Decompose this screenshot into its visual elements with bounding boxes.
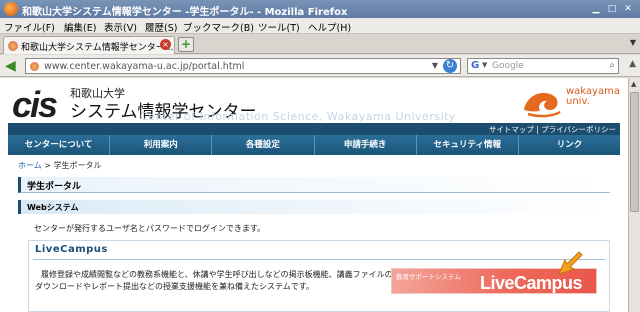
back-arrow-icon[interactable]: ◀ (5, 58, 21, 74)
window-titlebar: 和歌山大学システム情報学センター -学生ポータル- - Mozilla Fire… (0, 0, 640, 18)
section-title: Webシステム (27, 203, 79, 212)
search-input[interactable]: Google (492, 61, 524, 71)
utility-links[interactable]: サイトマップ | プライバシーポリシー (489, 124, 616, 135)
tab-title: 和歌山大学システム情報学センター... (21, 43, 174, 53)
divider (33, 259, 605, 260)
global-nav: センターについて 利用案内 各種設定 申請手続き セキュリティ情報 リンク (8, 135, 620, 155)
site-favicon-icon (30, 62, 39, 71)
search-engine-dropdown-icon[interactable]: ▼ (482, 61, 487, 69)
maximize-icon[interactable]: □ (606, 3, 618, 15)
url-dropdown-icon[interactable]: ▼ (432, 61, 438, 70)
utility-bar: サイトマップ | プライバシーポリシー (8, 123, 620, 135)
page-viewport: cis 和歌山大学 システム情報学センター Center of Informat… (0, 78, 628, 312)
menu-history[interactable]: 履歴(S) (145, 20, 177, 34)
new-tab-button[interactable]: + (178, 37, 194, 52)
toolbar-overflow-icon[interactable]: ▲ (629, 59, 636, 69)
wakayama-univ-logo-icon[interactable] (520, 84, 564, 120)
menu-bookmarks[interactable]: ブックマーク(B) (183, 20, 254, 34)
menu-tools[interactable]: ツール(T) (258, 20, 300, 34)
menu-file[interactable]: ファイル(F) (4, 20, 55, 34)
livecampus-banner-subtitle: 教育サポートシステム (396, 273, 461, 281)
nav-applications[interactable]: 申請手続き (313, 135, 416, 155)
pointer-arrow-icon (558, 251, 583, 275)
breadcrumb-home[interactable]: ホーム (18, 161, 42, 170)
nav-settings[interactable]: 各種設定 (211, 135, 313, 155)
tab-close-icon[interactable]: × (160, 39, 171, 50)
tab-active[interactable]: 和歌山大学システム情報学センター... × (3, 36, 175, 54)
list-all-tabs-icon[interactable]: ▼ (630, 38, 636, 47)
vertical-scrollbar[interactable]: ▲ (628, 78, 640, 312)
nav-about[interactable]: センターについて (8, 135, 109, 155)
livecampus-description-1: 履修登録や成績閲覧などの教務系機能と、休講や学生呼び出しなどの掲示板機能、講義フ… (41, 270, 393, 279)
menu-help[interactable]: ヘルプ(H) (308, 20, 351, 34)
close-window-icon[interactable]: ✕ (622, 3, 634, 15)
section-heading: Webシステム (18, 200, 610, 214)
search-icon[interactable]: ⌕ (609, 60, 615, 71)
breadcrumb-current: 学生ポータル (53, 161, 102, 170)
livecampus-panel: LiveCampus 履修登録や成績閲覧などの教務系機能と、休講や学生呼び出しな… (28, 240, 610, 312)
wakayama-univ-text: wakayama univ. (566, 87, 620, 107)
page-heading: 学生ポータル (18, 177, 610, 193)
cis-logo[interactable]: cis (12, 84, 58, 126)
livecampus-title: LiveCampus (35, 244, 108, 255)
site-favicon-icon (8, 41, 18, 51)
livecampus-description-2: ダウンロードやレポート提出などの授業支援機能を兼ね備えたシステムです。 (35, 282, 314, 291)
site-watermark: Center of Information Science, Wakayama … (140, 110, 456, 123)
window-title: 和歌山大学システム情報学センター -学生ポータル- - Mozilla Fire… (22, 7, 348, 18)
nav-security[interactable]: セキュリティ情報 (415, 135, 518, 155)
tab-bar: 和歌山大学システム情報学センター... × + ▼ (0, 34, 640, 54)
url-bar[interactable]: www.center.wakayama-u.ac.jp/portal.html … (25, 58, 461, 74)
nav-links[interactable]: リンク (517, 135, 620, 155)
url-text[interactable]: www.center.wakayama-u.ac.jp/portal.html (44, 61, 244, 72)
minimize-icon[interactable]: ▁ (590, 3, 602, 15)
wakayama-univ-line2: univ. (566, 96, 590, 107)
scroll-up-icon[interactable]: ▲ (631, 80, 636, 88)
scrollbar-thumb[interactable] (630, 92, 639, 212)
intro-text: センターが発行するユーザ名とパスワードでログインできます。 (34, 224, 266, 233)
firefox-icon (4, 2, 18, 16)
nav-usage-guide[interactable]: 利用案内 (109, 135, 211, 155)
breadcrumb-separator: > (41, 161, 54, 170)
google-icon[interactable]: G (471, 60, 479, 71)
search-bar[interactable]: G ▼ Google ⌕ (467, 58, 619, 74)
navigation-toolbar: ◀ www.center.wakayama-u.ac.jp/portal.htm… (0, 55, 640, 77)
reload-icon[interactable]: ↻ (443, 59, 457, 73)
page-title: 学生ポータル (27, 182, 82, 192)
cis-logo-text: cis (12, 84, 58, 125)
menu-view[interactable]: 表示(V) (104, 20, 137, 34)
menubar: ファイル(F) 編集(E) 表示(V) 履歴(S) ブックマーク(B) ツール(… (0, 18, 640, 34)
menu-edit[interactable]: 編集(E) (64, 20, 96, 34)
breadcrumb: ホーム > 学生ポータル (18, 160, 102, 171)
